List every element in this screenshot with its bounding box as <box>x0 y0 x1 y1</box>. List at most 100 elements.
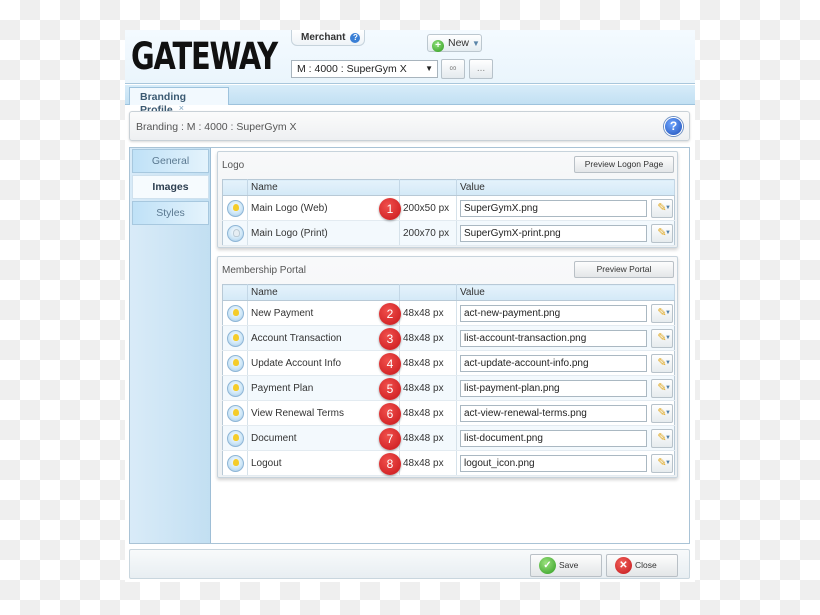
table-row: Main Logo (Print) 200x70 px ✎▼ <box>222 220 675 246</box>
size-cell: 200x50 px <box>399 195 457 221</box>
row-name: Update Account Info <box>251 357 342 369</box>
status-cell <box>222 325 248 351</box>
table-row: Update Account Info 448x48 px ✎▼ <box>222 350 675 376</box>
number-badge: 2 <box>379 303 401 325</box>
edit-button[interactable]: ✎ ▼ <box>651 223 673 243</box>
value-cell: ✎▼ <box>456 220 675 246</box>
row-name: Main Logo (Print) <box>251 227 328 239</box>
edit-button[interactable]: ✎ ▼ <box>651 403 673 423</box>
chevron-down-icon: ▼ <box>665 384 671 391</box>
size-cell: 48x48 px <box>399 325 457 351</box>
number-badge: 6 <box>379 403 401 425</box>
column-header-name: Name <box>247 284 400 301</box>
chevron-down-icon: ▼ <box>665 459 671 466</box>
number-badge: 5 <box>379 378 401 400</box>
value-input[interactable] <box>460 454 647 472</box>
status-cell <box>222 220 248 246</box>
sidebar-item-styles[interactable]: Styles <box>132 201 209 225</box>
help-icon[interactable]: ? <box>664 117 683 136</box>
lightbulb-icon[interactable] <box>226 379 244 397</box>
preview-logon-page-button[interactable]: Preview Logon Page <box>574 156 674 173</box>
sidebar-item-images[interactable]: Images <box>132 175 209 199</box>
lightbulb-icon[interactable] <box>226 329 244 347</box>
number-badge: 7 <box>379 428 401 450</box>
column-header <box>399 179 457 196</box>
table-row: Document 748x48 px ✎▼ <box>222 425 675 451</box>
column-header <box>222 284 248 301</box>
row-name: Account Transaction <box>251 332 342 344</box>
size-cell: 48x48 px <box>399 375 457 401</box>
name-cell: Logout 8 <box>247 450 401 476</box>
column-header-value: Value <box>456 179 675 196</box>
value-input[interactable] <box>460 404 647 422</box>
preview-portal-button[interactable]: Preview Portal <box>574 261 674 278</box>
logo-section: Logo Preview Logon Page Name Value Main … <box>217 151 678 248</box>
column-header <box>399 284 457 301</box>
name-cell: Payment Plan 5 <box>247 375 401 401</box>
lightbulb-icon[interactable] <box>226 304 244 322</box>
value-input[interactable] <box>460 199 647 217</box>
row-name: Logout <box>251 457 282 469</box>
value-input[interactable] <box>460 224 647 242</box>
lightbulb-icon[interactable] <box>226 224 244 242</box>
table-row: View Renewal Terms 648x48 px ✎▼ <box>222 400 675 426</box>
page-titlebar: Branding : M : 4000 : SuperGym X ? <box>129 111 690 141</box>
name-cell: New Payment 2 <box>247 300 401 326</box>
status-cell <box>222 400 248 426</box>
new-button-label: New <box>448 37 470 49</box>
value-input[interactable] <box>460 429 647 447</box>
row-name: New Payment <box>251 307 314 319</box>
chevron-down-icon: ▼ <box>472 39 480 48</box>
row-name: Document <box>251 432 297 444</box>
lightbulb-icon[interactable] <box>226 404 244 422</box>
lightbulb-icon[interactable] <box>226 454 244 472</box>
value-cell: ✎▼ <box>456 425 675 451</box>
new-button[interactable]: + New ▼ <box>427 34 482 52</box>
chevron-down-icon: ▼ <box>665 204 671 211</box>
tab-branding-profile[interactable]: Branding Profile × <box>129 87 229 116</box>
value-input[interactable] <box>460 304 647 322</box>
more-icon: ... <box>476 63 486 74</box>
value-cell: ✎▼ <box>456 325 675 351</box>
value-input[interactable] <box>460 329 647 347</box>
chevron-down-icon: ▼ <box>665 434 671 441</box>
value-cell: ✎▼ <box>456 350 675 376</box>
lightbulb-icon[interactable] <box>226 354 244 372</box>
edit-button[interactable]: ✎ ▼ <box>651 353 673 373</box>
row-name: Payment Plan <box>251 382 314 394</box>
value-input[interactable] <box>460 379 647 397</box>
merchant-label: Merchant? <box>291 30 365 46</box>
status-cell <box>222 425 248 451</box>
help-icon[interactable]: ? <box>350 33 361 43</box>
table-row: Logout 848x48 px ✎▼ <box>222 450 675 476</box>
name-cell: Account Transaction 3 <box>247 325 401 351</box>
save-button[interactable]: ✓ Save <box>530 554 602 577</box>
name-cell: Document 7 <box>247 425 401 451</box>
merchant-select[interactable]: M : 4000 : SuperGym X ▼ <box>291 60 438 78</box>
status-cell <box>222 350 248 376</box>
edit-button[interactable]: ✎ ▼ <box>651 303 673 323</box>
value-input[interactable] <box>460 354 647 372</box>
edit-button[interactable]: ✎ ▼ <box>651 378 673 398</box>
link-button[interactable]: ∞ <box>441 59 465 79</box>
lightbulb-icon[interactable] <box>226 429 244 447</box>
app-window: GATEWAY Merchant? + New ▼ M : 4000 : Super… <box>125 30 695 582</box>
lightbulb-icon[interactable] <box>226 199 244 217</box>
plus-icon: + <box>432 40 444 52</box>
number-badge: 4 <box>379 353 401 375</box>
edit-button[interactable]: ✎ ▼ <box>651 428 673 448</box>
membership-portal-section: Membership Portal Preview Portal Name Va… <box>217 256 678 478</box>
status-cell <box>222 300 248 326</box>
close-button[interactable]: ✕ Close <box>606 554 678 577</box>
close-label: Close <box>635 560 657 570</box>
sidebar-item-general[interactable]: General <box>132 149 209 173</box>
sidebar: General Images Styles <box>130 148 211 543</box>
name-cell: Main Logo (Print) <box>247 220 400 246</box>
edit-button[interactable]: ✎ ▼ <box>651 328 673 348</box>
table-row: Account Transaction 348x48 px ✎▼ <box>222 325 675 351</box>
size-cell: 48x48 px <box>399 300 457 326</box>
edit-button[interactable]: ✎ ▼ <box>651 198 673 218</box>
edit-button[interactable]: ✎ ▼ <box>651 453 673 473</box>
more-button[interactable]: ... <box>469 59 493 79</box>
check-icon: ✓ <box>539 557 556 574</box>
